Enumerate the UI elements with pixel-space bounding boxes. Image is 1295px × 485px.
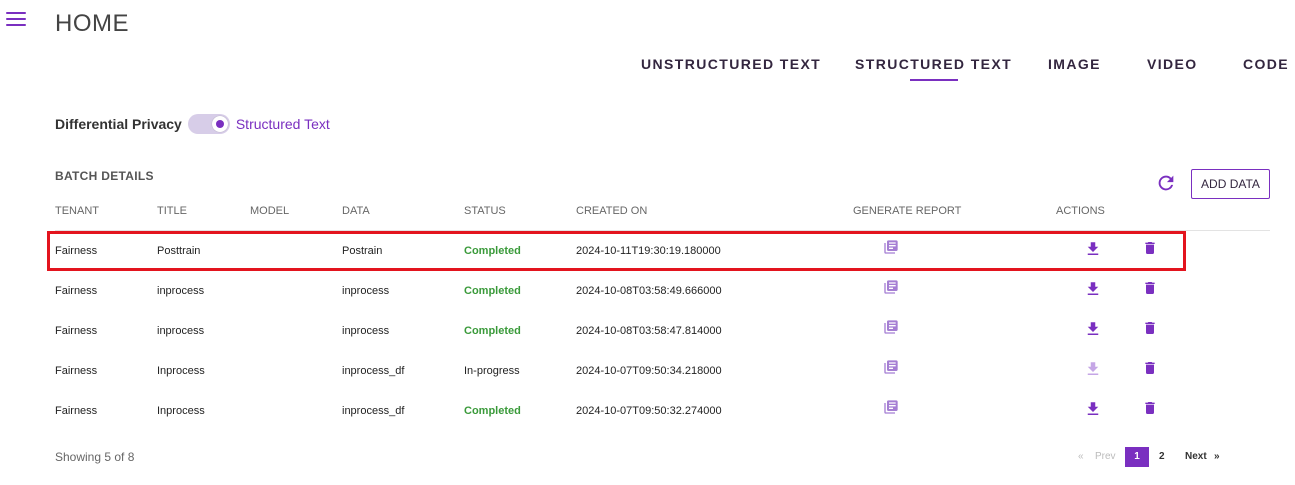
delete-icon[interactable]: [1142, 280, 1158, 299]
generate-report-icon[interactable]: [883, 359, 899, 378]
table-row: Fairness inprocess inprocess Completed 2024-…: [0, 311, 1295, 351]
delete-icon[interactable]: [1142, 240, 1158, 259]
cell-created-on: 2024-10-08T03:58:49.666000: [576, 285, 722, 297]
cell-status: Completed: [464, 325, 521, 337]
cell-tenant: Fairness: [55, 245, 98, 257]
column-header-model: MODEL: [250, 205, 290, 217]
cell-data: inprocess_df: [342, 365, 405, 377]
cell-data: inprocess: [342, 325, 390, 337]
generate-report-icon[interactable]: [883, 279, 899, 298]
column-header-tenant: TENANT: [55, 205, 99, 217]
cell-title: Inprocess: [157, 365, 205, 377]
pager-page-2[interactable]: 2: [1159, 447, 1165, 467]
download-icon: [1084, 360, 1102, 381]
generate-report-icon[interactable]: [883, 239, 899, 258]
pager-page-1[interactable]: 1: [1125, 447, 1149, 467]
cell-tenant: Fairness: [55, 405, 98, 417]
cell-status: Completed: [464, 245, 521, 257]
column-header-created-on: CREATED ON: [576, 205, 648, 217]
delete-icon[interactable]: [1142, 400, 1158, 419]
table-header: TENANT TITLE MODEL DATA STATUS CREATED O…: [0, 205, 1295, 225]
page-title: HOME: [55, 10, 129, 37]
column-header-data: DATA: [342, 205, 370, 217]
cell-title: inprocess: [157, 325, 205, 337]
generate-report-icon[interactable]: [883, 319, 899, 338]
cell-created-on: 2024-10-07T09:50:34.218000: [576, 365, 722, 377]
table-row: Fairness Inprocess inprocess_df Completed 20…: [0, 391, 1295, 431]
cell-data: Postrain: [342, 245, 383, 257]
cell-data: inprocess: [342, 285, 390, 297]
column-header-actions: ACTIONS: [1056, 205, 1105, 217]
differential-privacy-row: Differential Privacy Structured Text: [55, 114, 330, 134]
cell-created-on: 2024-10-08T03:58:47.814000: [576, 325, 722, 337]
cell-status: In-progress: [464, 365, 520, 377]
generate-report-icon[interactable]: [883, 399, 899, 418]
column-header-title: TITLE: [157, 205, 187, 217]
cell-tenant: Fairness: [55, 325, 98, 337]
tab-image[interactable]: IMAGE: [1048, 56, 1101, 72]
download-icon[interactable]: [1084, 240, 1102, 261]
download-icon[interactable]: [1084, 400, 1102, 421]
cell-status: Completed: [464, 285, 521, 297]
batch-details-title: BATCH DETAILS: [55, 169, 154, 183]
cell-tenant: Fairness: [55, 285, 98, 297]
tab-structured-text[interactable]: STRUCTURED TEXT: [855, 56, 1012, 81]
pager-next[interactable]: Next: [1185, 447, 1207, 467]
cell-title: Posttrain: [157, 245, 201, 257]
cell-title: Inprocess: [157, 405, 205, 417]
differential-privacy-value: Structured Text: [235, 116, 330, 132]
delete-icon[interactable]: [1142, 320, 1158, 339]
delete-icon[interactable]: [1142, 360, 1158, 379]
download-icon[interactable]: [1084, 320, 1102, 341]
hamburger-menu-icon[interactable]: [6, 12, 26, 28]
tab-code[interactable]: CODE: [1243, 56, 1289, 72]
download-icon[interactable]: [1084, 280, 1102, 301]
column-header-generate-report: GENERATE REPORT: [853, 205, 962, 217]
tab-bar: UNSTRUCTURED TEXT STRUCTURED TEXT IMAGE …: [0, 56, 1295, 86]
table-row: Fairness Posttrain Postrain Completed 2024-1…: [0, 231, 1295, 271]
column-header-status: STATUS: [464, 205, 506, 217]
pager-prev-arrow[interactable]: «: [1078, 447, 1084, 467]
pager-prev[interactable]: Prev: [1095, 447, 1116, 467]
cell-created-on: 2024-10-11T19:30:19.180000: [576, 245, 721, 257]
showing-count: Showing 5 of 8: [55, 450, 135, 464]
differential-privacy-label: Differential Privacy: [55, 116, 182, 132]
tab-video[interactable]: VIDEO: [1147, 56, 1198, 72]
cell-created-on: 2024-10-07T09:50:32.274000: [576, 405, 722, 417]
cell-tenant: Fairness: [55, 365, 98, 377]
add-data-button[interactable]: ADD DATA: [1191, 169, 1270, 199]
refresh-icon[interactable]: [1155, 172, 1177, 194]
differential-privacy-toggle[interactable]: [187, 114, 230, 134]
cell-title: inprocess: [157, 285, 205, 297]
tab-unstructured-text[interactable]: UNSTRUCTURED TEXT: [641, 56, 821, 72]
cell-data: inprocess_df: [342, 405, 405, 417]
cell-status: Completed: [464, 405, 521, 417]
table-row: Fairness inprocess inprocess Completed 2024-…: [0, 271, 1295, 311]
table-row: Fairness Inprocess inprocess_df In-progress…: [0, 351, 1295, 391]
pager-next-arrow[interactable]: »: [1214, 447, 1220, 467]
